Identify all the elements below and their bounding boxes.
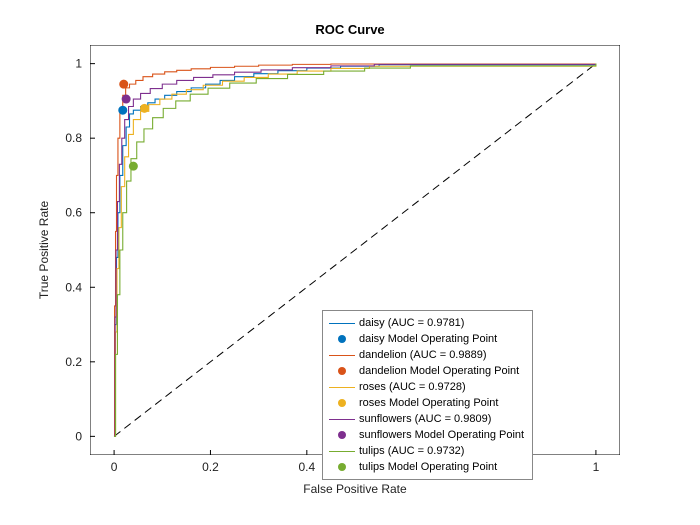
- legend-label: roses (AUC = 0.9728): [359, 382, 466, 393]
- dot-icon: [338, 399, 346, 407]
- legend-entry: tulips Model Operating Point: [329, 459, 524, 475]
- x-tick-label: 0: [111, 460, 118, 474]
- legend-label: daisy (AUC = 0.9781): [359, 318, 464, 329]
- y-axis-label: True Positive Rate: [37, 201, 51, 300]
- figure: ROC Curve 00.20.40.60.8100.20.40.60.81Fa…: [0, 0, 700, 525]
- legend-entry: dandelion Model Operating Point: [329, 363, 524, 379]
- legend-dot-swatch: [329, 460, 355, 474]
- legend-label: tulips Model Operating Point: [359, 462, 497, 473]
- legend-dot-swatch: [329, 428, 355, 442]
- legend-dot-swatch: [329, 364, 355, 378]
- legend-line-swatch: [329, 412, 355, 426]
- operating-point-dandelion: [119, 80, 128, 89]
- legend-entry: sunflowers (AUC = 0.9809): [329, 411, 524, 427]
- legend-label: tulips (AUC = 0.9732): [359, 446, 464, 457]
- operating-point-roses: [140, 104, 149, 113]
- legend-label: daisy Model Operating Point: [359, 334, 497, 345]
- y-tick-label: 0.2: [65, 355, 82, 369]
- dot-icon: [338, 463, 346, 471]
- x-tick-label: 0.4: [298, 460, 315, 474]
- x-axis-label: False Positive Rate: [303, 482, 407, 496]
- line-icon: [329, 323, 355, 324]
- line-icon: [329, 419, 355, 420]
- operating-point-daisy: [118, 106, 127, 115]
- legend-dot-swatch: [329, 396, 355, 410]
- y-tick-label: 0.6: [65, 206, 82, 220]
- y-tick-label: 0.4: [65, 280, 82, 294]
- y-tick-label: 0: [75, 429, 82, 443]
- legend-label: sunflowers (AUC = 0.9809): [359, 414, 491, 425]
- legend-line-swatch: [329, 444, 355, 458]
- legend-label: dandelion Model Operating Point: [359, 366, 519, 377]
- legend-label: sunflowers Model Operating Point: [359, 430, 524, 441]
- dot-icon: [338, 431, 346, 439]
- legend-label: dandelion (AUC = 0.9889): [359, 350, 487, 361]
- legend-entry: tulips (AUC = 0.9732): [329, 443, 524, 459]
- legend-entry: daisy Model Operating Point: [329, 331, 524, 347]
- line-icon: [329, 387, 355, 388]
- y-tick-label: 0.8: [65, 131, 82, 145]
- legend-entry: roses Model Operating Point: [329, 395, 524, 411]
- line-icon: [329, 451, 355, 452]
- legend: daisy (AUC = 0.9781) daisy Model Operatin…: [322, 310, 533, 480]
- legend-entry: daisy (AUC = 0.9781): [329, 315, 524, 331]
- operating-point-sunflowers: [122, 95, 131, 104]
- dot-icon: [338, 367, 346, 375]
- legend-entry: sunflowers Model Operating Point: [329, 427, 524, 443]
- x-tick-label: 1: [593, 460, 600, 474]
- dot-icon: [338, 335, 346, 343]
- chart-title: ROC Curve: [0, 22, 700, 37]
- operating-point-tulips: [129, 162, 138, 171]
- x-tick-label: 0.2: [202, 460, 219, 474]
- legend-label: roses Model Operating Point: [359, 398, 498, 409]
- y-tick-label: 1: [75, 57, 82, 71]
- legend-line-swatch: [329, 380, 355, 394]
- legend-entry: dandelion (AUC = 0.9889): [329, 347, 524, 363]
- legend-line-swatch: [329, 316, 355, 330]
- line-icon: [329, 355, 355, 356]
- legend-dot-swatch: [329, 332, 355, 346]
- legend-line-swatch: [329, 348, 355, 362]
- legend-entry: roses (AUC = 0.9728): [329, 379, 524, 395]
